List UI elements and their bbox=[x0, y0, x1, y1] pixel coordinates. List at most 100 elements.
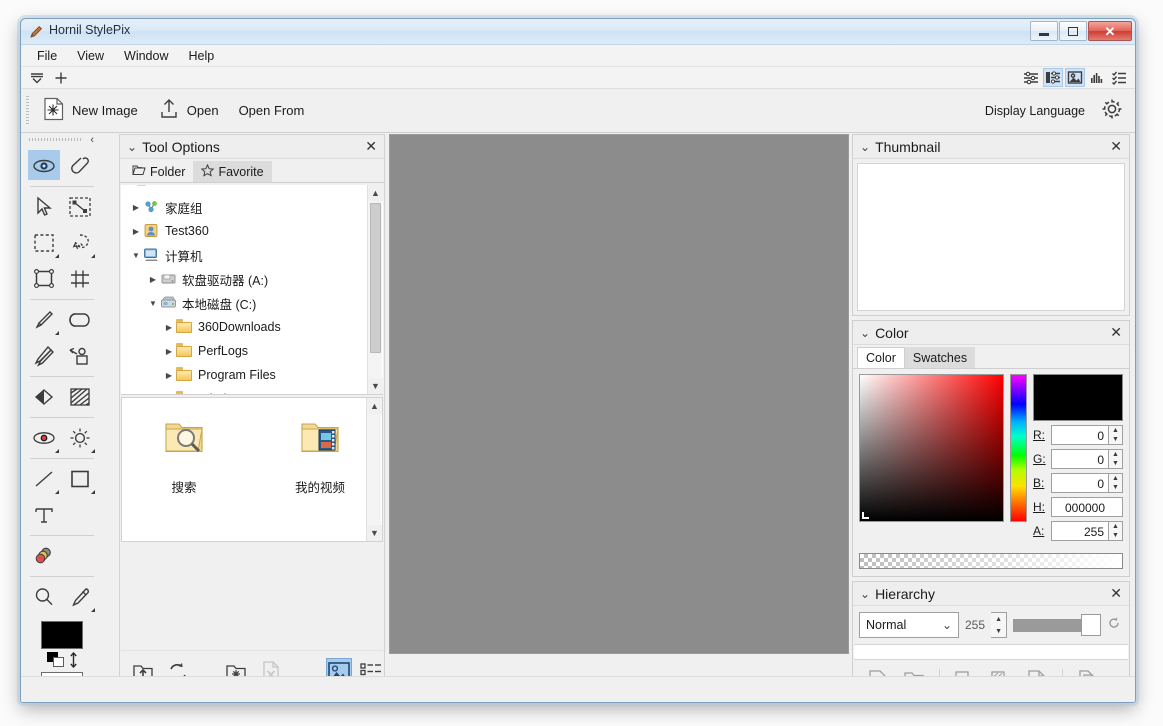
eyedropper-tool[interactable] bbox=[62, 579, 98, 615]
expander-collapsed-icon[interactable]: ▶ bbox=[129, 203, 143, 212]
a-spinner[interactable]: ▲▼ bbox=[1109, 521, 1123, 541]
text-tool[interactable] bbox=[26, 497, 62, 533]
tab-favorite[interactable]: Favorite bbox=[193, 161, 271, 182]
r-spinner[interactable]: ▲▼ bbox=[1109, 425, 1123, 445]
move-tool[interactable] bbox=[26, 189, 62, 225]
menu-file[interactable]: File bbox=[27, 47, 67, 65]
image-canvas[interactable] bbox=[389, 134, 849, 654]
brush-tool[interactable] bbox=[26, 302, 62, 338]
list-item[interactable]: 我的视频 bbox=[272, 416, 368, 496]
b-input[interactable]: 0 bbox=[1051, 473, 1109, 493]
tree-row[interactable]: ▶ 家庭组 bbox=[121, 195, 367, 219]
tool-options-toggle-icon[interactable] bbox=[1021, 68, 1041, 87]
list-item[interactable]: 搜索 bbox=[136, 416, 232, 496]
tab-color[interactable]: Color bbox=[857, 347, 905, 368]
stamp-tool[interactable] bbox=[62, 338, 98, 374]
new-image-button[interactable]: New Image bbox=[33, 94, 148, 128]
expander-collapsed-icon[interactable]: ▶ bbox=[146, 275, 160, 284]
expander-collapsed-icon[interactable]: ▶ bbox=[162, 323, 176, 332]
scroll-up-icon[interactable]: ▲ bbox=[367, 398, 382, 414]
crop-tool[interactable] bbox=[26, 261, 62, 297]
expander-collapsed-icon[interactable]: ▶ bbox=[162, 347, 176, 356]
a-input[interactable]: 255 bbox=[1051, 521, 1109, 541]
tree-scrollbar[interactable]: ▲ ▼ bbox=[367, 185, 382, 394]
close-icon[interactable]: ✕ bbox=[365, 138, 377, 154]
color-balance-tool[interactable] bbox=[26, 538, 62, 574]
tree-row[interactable]: ▶ Program Files bbox=[121, 363, 367, 387]
collapse-ribbon-icon[interactable] bbox=[27, 68, 47, 87]
swap-colors-icon[interactable] bbox=[47, 652, 65, 668]
rectangle-shape-tool[interactable] bbox=[62, 461, 98, 497]
foreground-color-swatch[interactable] bbox=[41, 621, 83, 649]
scroll-down-icon[interactable]: ▼ bbox=[368, 378, 383, 394]
tree-row[interactable]: ▶ 360Downloads bbox=[121, 315, 367, 339]
opacity-slider[interactable] bbox=[1013, 617, 1101, 633]
lasso-select-tool[interactable] bbox=[62, 225, 98, 261]
g-spinner[interactable]: ▲▼ bbox=[1109, 449, 1123, 469]
chevron-down-icon[interactable]: ⌄ bbox=[860, 587, 870, 601]
menu-help[interactable]: Help bbox=[179, 47, 225, 65]
brightness-tool[interactable] bbox=[62, 420, 98, 456]
transform-select-tool[interactable] bbox=[62, 189, 98, 225]
r-input[interactable]: 0 bbox=[1051, 425, 1109, 445]
zoom-tool[interactable] bbox=[26, 579, 62, 615]
swap-arrow-icon[interactable] bbox=[69, 652, 78, 668]
chevron-down-icon[interactable]: ⌄ bbox=[860, 140, 870, 154]
clone-stamp-tool[interactable] bbox=[26, 338, 62, 374]
gradient-tool[interactable] bbox=[26, 379, 62, 415]
reset-icon[interactable] bbox=[1107, 616, 1121, 635]
menu-view[interactable]: View bbox=[67, 47, 114, 65]
gear-icon[interactable] bbox=[1099, 96, 1125, 127]
open-from-button[interactable]: Open From bbox=[229, 94, 315, 128]
red-eye-tool[interactable] bbox=[26, 420, 62, 456]
drag-dots[interactable] bbox=[29, 138, 81, 141]
close-icon[interactable]: ✕ bbox=[1110, 324, 1122, 340]
hue-slider[interactable] bbox=[1010, 374, 1027, 522]
eraser-tool[interactable] bbox=[62, 302, 98, 338]
chevron-down-icon[interactable]: ⌄ bbox=[127, 140, 137, 154]
line-tool[interactable] bbox=[26, 461, 62, 497]
attachment-tool[interactable] bbox=[62, 148, 98, 184]
collapse-chevron-icon[interactable]: ‹ bbox=[90, 134, 94, 146]
saturation-value-field[interactable] bbox=[859, 374, 1004, 522]
g-input[interactable]: 0 bbox=[1051, 449, 1109, 469]
alpha-slider[interactable] bbox=[859, 553, 1123, 569]
toolbar-grip[interactable] bbox=[26, 96, 29, 126]
visibility-eye-tool[interactable] bbox=[26, 148, 62, 184]
tree-row[interactable]: ▶ Windows bbox=[121, 387, 367, 395]
thumbnail-panel-toggle-icon[interactable] bbox=[1065, 68, 1085, 87]
expander-expanded-icon[interactable]: ▼ bbox=[129, 251, 143, 260]
slice-tool[interactable] bbox=[62, 261, 98, 297]
tree-row[interactable]: ▶ Test360 bbox=[121, 219, 367, 243]
b-spinner[interactable]: ▲▼ bbox=[1109, 473, 1123, 493]
scroll-down-icon[interactable]: ▼ bbox=[367, 525, 382, 541]
thumbnail-preview[interactable] bbox=[857, 163, 1125, 311]
layers-panel-toggle-icon[interactable] bbox=[1043, 68, 1063, 87]
add-icon[interactable] bbox=[51, 68, 71, 87]
hex-input[interactable]: 000000 bbox=[1051, 497, 1123, 517]
tree-row[interactable]: ▶ 软盘驱动器 (A:) bbox=[121, 267, 367, 291]
close-icon[interactable]: ✕ bbox=[1110, 585, 1122, 601]
tab-swatches[interactable]: Swatches bbox=[905, 347, 975, 368]
close-icon[interactable]: ✕ bbox=[1110, 138, 1122, 154]
minimize-button[interactable] bbox=[1030, 21, 1058, 41]
files-scrollbar[interactable]: ▲ ▼ bbox=[366, 398, 381, 541]
layer-list[interactable] bbox=[854, 644, 1128, 660]
maximize-button[interactable] bbox=[1059, 21, 1087, 41]
blend-mode-select[interactable]: Normal ⌄ bbox=[859, 612, 959, 638]
close-button[interactable]: ✕ bbox=[1088, 21, 1132, 41]
tree-row[interactable]: ▼ 本地磁盘 (C:) bbox=[121, 291, 367, 315]
rectangle-select-tool[interactable] bbox=[26, 225, 62, 261]
scroll-up-icon[interactable]: ▲ bbox=[368, 185, 383, 201]
tree-row[interactable]: ▼ 计算机 bbox=[121, 243, 367, 267]
expander-collapsed-icon[interactable]: ▶ bbox=[129, 227, 143, 236]
expander-expanded-icon[interactable]: ▼ bbox=[146, 299, 160, 308]
pattern-tool[interactable] bbox=[62, 379, 98, 415]
list-panel-toggle-icon[interactable] bbox=[1109, 68, 1129, 87]
expander-collapsed-icon[interactable]: ▶ bbox=[162, 371, 176, 380]
scroll-thumb[interactable] bbox=[370, 203, 381, 353]
opacity-spinner[interactable]: ▲▼ bbox=[991, 612, 1007, 638]
display-language-button[interactable]: Display Language bbox=[985, 104, 1085, 118]
histogram-panel-toggle-icon[interactable] bbox=[1087, 68, 1107, 87]
chevron-down-icon[interactable]: ⌄ bbox=[860, 326, 870, 340]
